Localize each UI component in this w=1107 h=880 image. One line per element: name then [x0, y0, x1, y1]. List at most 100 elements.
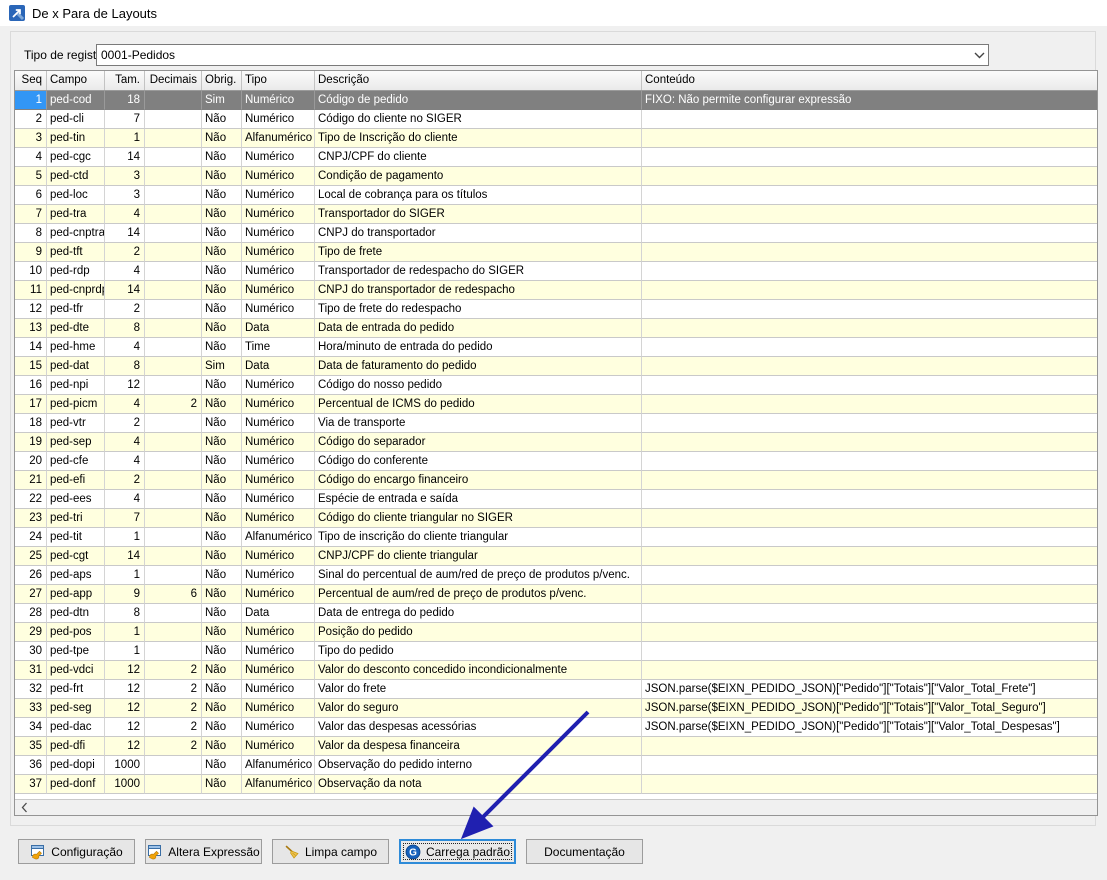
table-row[interactable]: 27ped-app96NãoNuméricoPercentual de aum/… — [15, 585, 1097, 604]
documentacao-button[interactable]: Documentação — [526, 839, 643, 864]
table-cell: Não — [202, 623, 242, 642]
table-row[interactable]: 4ped-cgc14NãoNuméricoCNPJ/CPF do cliente — [15, 148, 1097, 167]
table-row[interactable]: 3ped-tin1NãoAlfanuméricoTipo de Inscriçã… — [15, 129, 1097, 148]
carrega-padrao-button[interactable]: G Carrega padrão — [399, 839, 516, 864]
column-header[interactable]: Campo — [47, 71, 105, 90]
table-row[interactable]: 14ped-hme4NãoTimeHora/minuto de entrada … — [15, 338, 1097, 357]
table-cell — [642, 357, 1097, 376]
table-row[interactable]: 26ped-aps1NãoNuméricoSinal do percentual… — [15, 566, 1097, 585]
table-cell: 21 — [15, 471, 47, 490]
table-cell — [642, 300, 1097, 319]
table-cell: 32 — [15, 680, 47, 699]
table-cell: 28 — [15, 604, 47, 623]
table-cell: 37 — [15, 775, 47, 794]
table-cell: Código do encargo financeiro — [315, 471, 642, 490]
table-cell: 18 — [105, 91, 145, 110]
table-cell: Observação do pedido interno — [315, 756, 642, 775]
table-cell: 2 — [145, 680, 202, 699]
table-row[interactable]: 1ped-cod18SimNuméricoCódigo de pedidoFIX… — [15, 91, 1097, 110]
table-row[interactable]: 6ped-loc3NãoNuméricoLocal de cobrança pa… — [15, 186, 1097, 205]
table-cell — [145, 110, 202, 129]
limpa-campo-button[interactable]: Limpa campo — [272, 839, 389, 864]
table-cell: Não — [202, 642, 242, 661]
table-cell: 12 — [105, 376, 145, 395]
horizontal-scrollbar[interactable] — [15, 799, 1097, 815]
table-cell: Observação da nota — [315, 775, 642, 794]
table-cell: Alfanumérico — [242, 756, 315, 775]
table-cell: ped-seg — [47, 699, 105, 718]
table-row[interactable]: 24ped-tit1NãoAlfanuméricoTipo de inscriç… — [15, 528, 1097, 547]
table-cell — [145, 528, 202, 547]
table-row[interactable]: 33ped-seg122NãoNuméricoValor do seguroJS… — [15, 699, 1097, 718]
record-type-select[interactable]: 0001-Pedidos — [96, 44, 989, 66]
table-cell: Hora/minuto de entrada do pedido — [315, 338, 642, 357]
table-cell: Código de pedido — [315, 91, 642, 110]
scroll-left-icon[interactable] — [21, 802, 28, 813]
column-header[interactable]: Descrição — [315, 71, 642, 90]
table-row[interactable]: 37ped-donf1000NãoAlfanuméricoObservação … — [15, 775, 1097, 794]
table-row[interactable]: 10ped-rdp4NãoNuméricoTransportador de re… — [15, 262, 1097, 281]
table-cell: Alfanumérico — [242, 129, 315, 148]
table-row[interactable]: 7ped-tra4NãoNuméricoTransportador do SIG… — [15, 205, 1097, 224]
table-cell: ped-pos — [47, 623, 105, 642]
table-cell: Numérico — [242, 243, 315, 262]
table-cell: ped-app — [47, 585, 105, 604]
table-cell — [642, 110, 1097, 129]
table-row[interactable]: 28ped-dtn8NãoDataData de entrega do pedi… — [15, 604, 1097, 623]
table-row[interactable]: 19ped-sep4NãoNuméricoCódigo do separador — [15, 433, 1097, 452]
table-row[interactable]: 36ped-dopi1000NãoAlfanuméricoObservação … — [15, 756, 1097, 775]
column-header[interactable]: Seq — [15, 71, 47, 90]
column-header[interactable]: Decimais — [145, 71, 202, 90]
table-cell: Não — [202, 566, 242, 585]
table-cell: 4 — [105, 395, 145, 414]
table-cell — [642, 642, 1097, 661]
table-cell: Percentual de aum/red de preço de produt… — [315, 585, 642, 604]
table-row[interactable]: 25ped-cgt14NãoNuméricoCNPJ/CPF do client… — [15, 547, 1097, 566]
table-row[interactable]: 9ped-tft2NãoNuméricoTipo de frete — [15, 243, 1097, 262]
table-row[interactable]: 31ped-vdci122NãoNuméricoValor do descont… — [15, 661, 1097, 680]
table-cell — [145, 357, 202, 376]
table-cell — [642, 148, 1097, 167]
table-cell: Valor do desconto concedido incondiciona… — [315, 661, 642, 680]
table-cell: ped-cfe — [47, 452, 105, 471]
table-row[interactable]: 20ped-cfe4NãoNuméricoCódigo do conferent… — [15, 452, 1097, 471]
table-cell: Não — [202, 756, 242, 775]
column-header[interactable]: Obrig. — [202, 71, 242, 90]
table-cell: Não — [202, 661, 242, 680]
table-cell: 12 — [105, 737, 145, 756]
table-row[interactable]: 18ped-vtr2NãoNuméricoVia de transporte — [15, 414, 1097, 433]
table-row[interactable]: 29ped-pos1NãoNuméricoPosição do pedido — [15, 623, 1097, 642]
table-cell: 15 — [15, 357, 47, 376]
table-cell: ped-dte — [47, 319, 105, 338]
column-header[interactable]: Tam. — [105, 71, 145, 90]
table-row[interactable]: 11ped-cnprdp14NãoNuméricoCNPJ do transpo… — [15, 281, 1097, 300]
table-row[interactable]: 16ped-npi12NãoNuméricoCódigo do nosso pe… — [15, 376, 1097, 395]
table-row[interactable]: 32ped-frt122NãoNuméricoValor do freteJSO… — [15, 680, 1097, 699]
table-cell: 35 — [15, 737, 47, 756]
table-row[interactable]: 23ped-tri7NãoNuméricoCódigo do cliente t… — [15, 509, 1097, 528]
table-cell: 29 — [15, 623, 47, 642]
table-row[interactable]: 35ped-dfi122NãoNuméricoValor da despesa … — [15, 737, 1097, 756]
table-row[interactable]: 13ped-dte8NãoDataData de entrada do pedi… — [15, 319, 1097, 338]
table-cell — [145, 243, 202, 262]
table-row[interactable]: 2ped-cli7NãoNuméricoCódigo do cliente no… — [15, 110, 1097, 129]
table-row[interactable]: 15ped-dat8SimDataData de faturamento do … — [15, 357, 1097, 376]
table-cell — [145, 281, 202, 300]
table-row[interactable]: 30ped-tpe1NãoNuméricoTipo do pedido — [15, 642, 1097, 661]
table-cell: Valor da despesa financeira — [315, 737, 642, 756]
table-cell — [642, 205, 1097, 224]
column-header[interactable]: Conteúdo — [642, 71, 1097, 90]
table-cell: ped-dfi — [47, 737, 105, 756]
table-row[interactable]: 8ped-cnptra14NãoNuméricoCNPJ do transpor… — [15, 224, 1097, 243]
table-row[interactable]: 34ped-dac122NãoNuméricoValor das despesa… — [15, 718, 1097, 737]
altera-expressao-button[interactable]: Altera Expressão — [145, 839, 262, 864]
table-row[interactable]: 17ped-picm42NãoNuméricoPercentual de ICM… — [15, 395, 1097, 414]
table-row[interactable]: 22ped-ees4NãoNuméricoEspécie de entrada … — [15, 490, 1097, 509]
configuracao-button[interactable]: Configuração — [18, 839, 135, 864]
column-header[interactable]: Tipo — [242, 71, 315, 90]
documentacao-button-label: Documentação — [544, 845, 625, 859]
table-row[interactable]: 21ped-efi2NãoNuméricoCódigo do encargo f… — [15, 471, 1097, 490]
table-cell: CNPJ do transportador de redespacho — [315, 281, 642, 300]
table-row[interactable]: 12ped-tfr2NãoNuméricoTipo de frete do re… — [15, 300, 1097, 319]
table-row[interactable]: 5ped-ctd3NãoNuméricoCondição de pagament… — [15, 167, 1097, 186]
